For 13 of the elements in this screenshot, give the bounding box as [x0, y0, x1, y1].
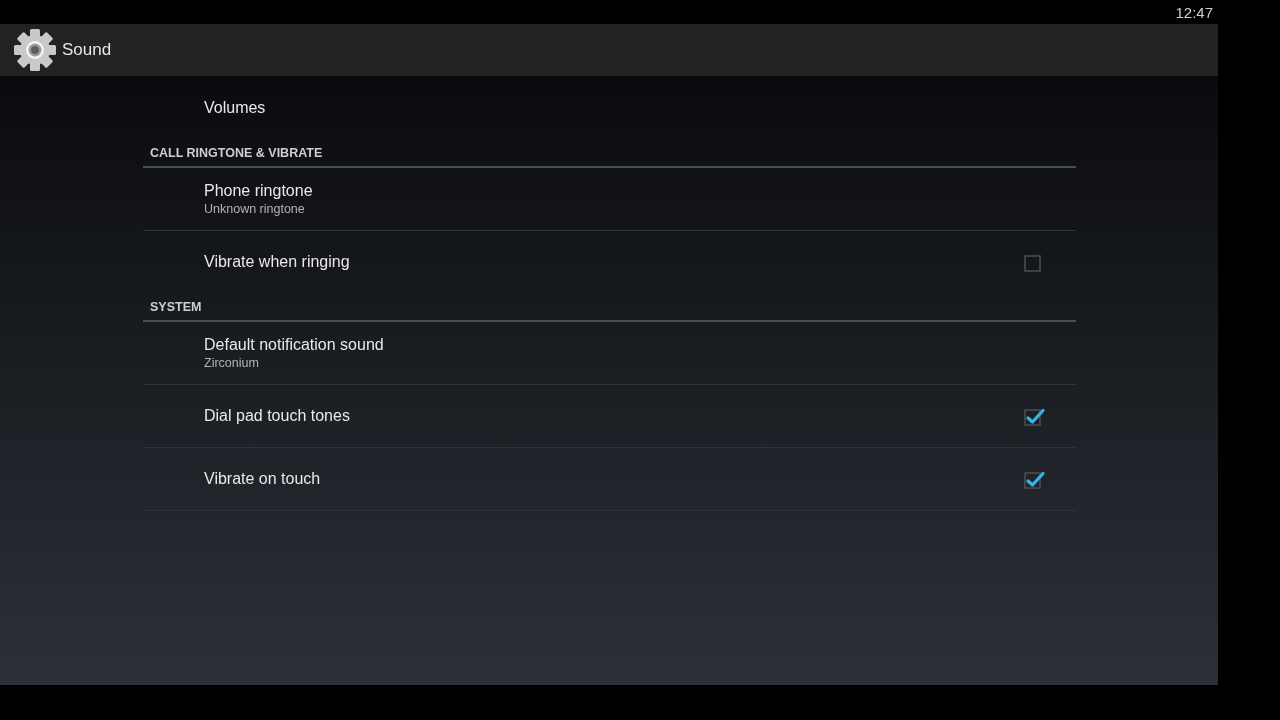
setting-title[interactable]: Vibrate on touch — [204, 469, 321, 489]
setting-title[interactable]: Vibrate when ringing — [204, 252, 350, 272]
setting-title[interactable]: Dial pad touch tones — [204, 406, 350, 426]
setting-title[interactable]: Phone ringtone — [204, 181, 313, 201]
settings-icon[interactable] — [14, 29, 56, 71]
setting-summary: Unknown ringtone — [204, 201, 305, 217]
status-clock: 12:47 — [1175, 3, 1213, 21]
setting-title[interactable]: Default notification sound — [204, 335, 384, 355]
section-header: CALL RINGTONE & VIBRATE — [150, 145, 323, 160]
screen-title: Sound — [62, 40, 112, 60]
section-header: SYSTEM — [150, 299, 202, 314]
setting-title[interactable]: Volumes — [204, 97, 266, 118]
setting-summary: Zirconium — [204, 355, 259, 371]
